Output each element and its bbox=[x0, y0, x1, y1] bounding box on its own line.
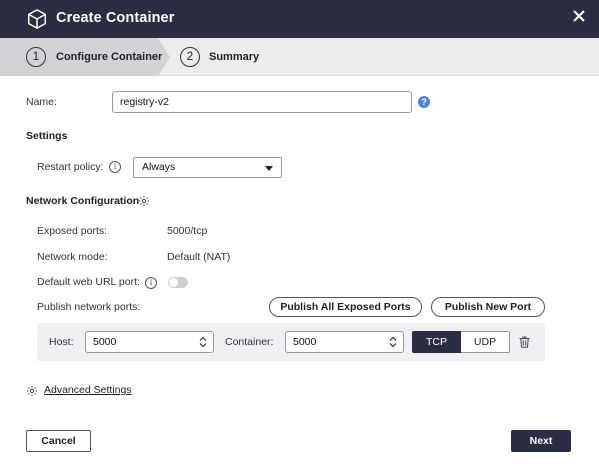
host-port-label: Host: bbox=[49, 336, 74, 348]
restart-policy-value: Always bbox=[142, 161, 176, 173]
cube-icon bbox=[28, 9, 46, 29]
container-port-input[interactable]: 5000 bbox=[285, 331, 404, 353]
exposed-ports-label: Exposed ports: bbox=[37, 225, 108, 237]
settings-heading: Settings bbox=[26, 130, 68, 142]
next-button[interactable]: Next bbox=[511, 430, 571, 452]
info-icon[interactable]: i bbox=[145, 277, 157, 289]
step-1-number: 1 bbox=[26, 47, 46, 67]
question-icon[interactable]: ? bbox=[418, 96, 430, 108]
close-icon[interactable] bbox=[573, 10, 585, 22]
publish-ports-label: Publish network ports: bbox=[37, 301, 141, 313]
info-icon[interactable]: i bbox=[109, 161, 121, 173]
dialog-title: Create Container bbox=[56, 10, 175, 26]
dialog-header: Create Container bbox=[0, 0, 599, 38]
trash-icon[interactable] bbox=[519, 336, 530, 348]
default-web-url-toggle[interactable] bbox=[168, 277, 188, 288]
default-web-url-label: Default web URL port: bbox=[37, 276, 140, 288]
cancel-button[interactable]: Cancel bbox=[26, 430, 91, 452]
stepper-icon[interactable] bbox=[199, 336, 207, 348]
toggle-knob bbox=[169, 278, 178, 287]
wizard-steps: 1 Configure Container 2 Summary bbox=[0, 38, 599, 76]
network-config-heading: Network Configuration bbox=[26, 195, 140, 207]
network-mode-label: Network mode: bbox=[37, 251, 108, 263]
gear-icon[interactable] bbox=[26, 385, 38, 397]
network-mode-value: Default (NAT) bbox=[167, 251, 231, 263]
name-label: Name: bbox=[26, 96, 57, 108]
container-port-label: Container: bbox=[225, 336, 274, 348]
step-2-number: 2 bbox=[180, 47, 200, 67]
advanced-settings-link[interactable]: Advanced Settings bbox=[44, 384, 132, 396]
step-1-label: Configure Container bbox=[56, 51, 163, 63]
step-2-label: Summary bbox=[209, 51, 260, 63]
protocol-udp-button[interactable]: UDP bbox=[461, 331, 510, 353]
gear-icon[interactable] bbox=[138, 195, 150, 207]
exposed-ports-value: 5000/tcp bbox=[167, 225, 208, 237]
container-port-value: 5000 bbox=[293, 336, 317, 348]
chevron-down-icon bbox=[265, 166, 273, 171]
restart-policy-label: Restart policy: bbox=[37, 161, 104, 173]
restart-policy-select[interactable]: Always bbox=[133, 157, 282, 178]
name-input[interactable]: registry-v2 bbox=[112, 91, 412, 113]
host-port-value: 5000 bbox=[93, 336, 117, 348]
host-port-input[interactable]: 5000 bbox=[85, 331, 214, 353]
publish-new-port-button[interactable]: Publish New Port bbox=[431, 297, 545, 317]
publish-all-exposed-ports-button[interactable]: Publish All Exposed Ports bbox=[269, 297, 422, 317]
stepper-icon[interactable] bbox=[389, 336, 397, 348]
protocol-tcp-button[interactable]: TCP bbox=[412, 331, 461, 353]
